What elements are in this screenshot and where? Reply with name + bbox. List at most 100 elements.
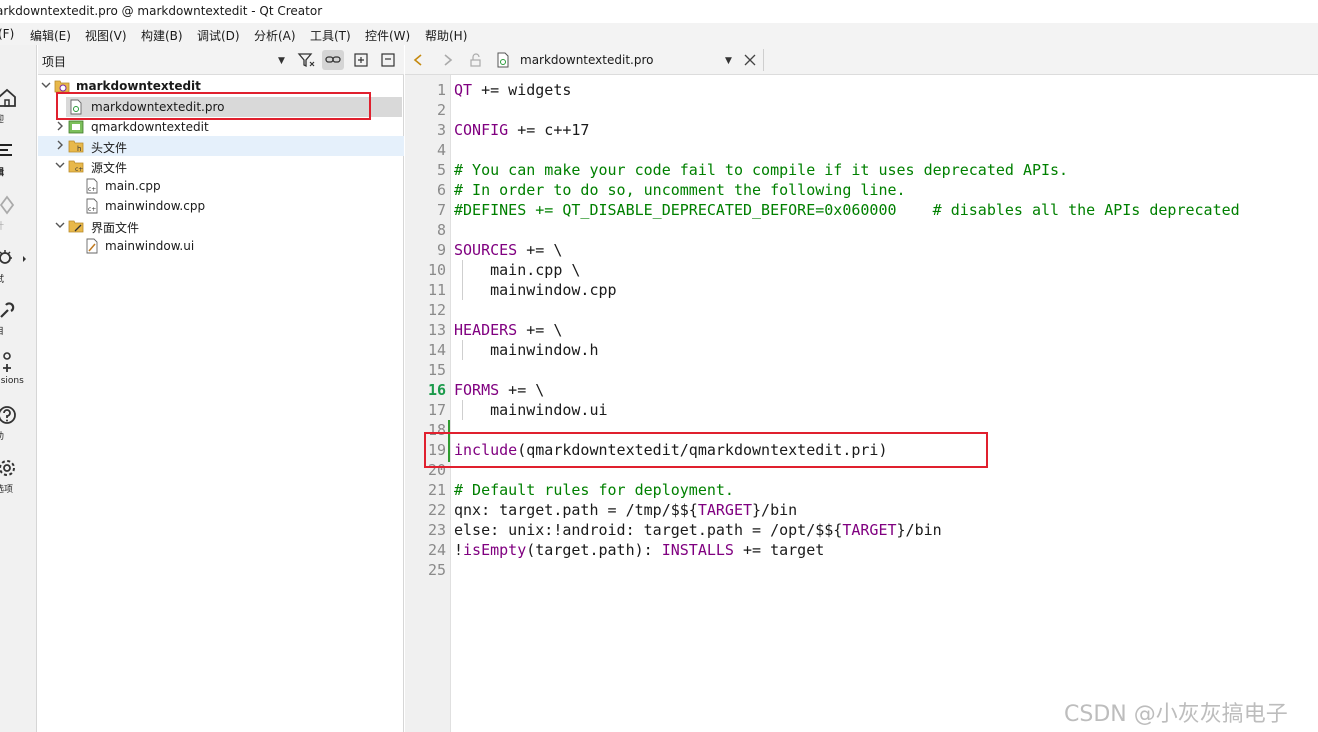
- code-line[interactable]: mainwindow.ui: [454, 400, 607, 420]
- line-number: 11: [427, 281, 446, 299]
- menu-debug[interactable]: 调试(D): [197, 27, 240, 44]
- cpp-file-icon: c+: [86, 198, 98, 214]
- mode-projects-label: 目: [0, 324, 4, 337]
- tree-item-sources[interactable]: c+ 源文件: [38, 156, 404, 176]
- code-line[interactable]: #DEFINES += QT_DISABLE_DEPRECATED_BEFORE…: [454, 200, 1240, 220]
- debug-icon: [0, 250, 26, 264]
- line-number: 15: [427, 361, 446, 379]
- file-icon: [497, 52, 509, 68]
- code-line[interactable]: HEADERS += \: [454, 320, 562, 340]
- tree-item-mainwindow-ui[interactable]: mainwindow.ui: [38, 236, 404, 256]
- editor-area: markdowntextedit.pro ▼ 1 2 3 4 5 6 7 8 9 10 11 12 13…: [405, 45, 1318, 732]
- line-number: 17: [427, 401, 446, 419]
- tree-label: mainwindow.cpp: [105, 199, 206, 213]
- forward-icon[interactable]: [439, 53, 455, 67]
- mode-design[interactable]: 计: [0, 195, 36, 235]
- code-line[interactable]: mainwindow.cpp: [454, 280, 616, 300]
- mode-options[interactable]: 选项: [0, 458, 36, 498]
- subproject-icon: [68, 120, 84, 134]
- menu-tools[interactable]: 工具(T): [310, 27, 351, 44]
- mode-projects[interactable]: 目: [0, 300, 36, 340]
- code-line[interactable]: mainwindow.h: [454, 340, 598, 360]
- tree-item-headers[interactable]: h 头文件: [38, 136, 404, 156]
- cpp-file-icon: c+: [86, 178, 98, 194]
- close-pane-icon[interactable]: [377, 50, 399, 70]
- code-line[interactable]: qnx: target.path = /tmp/$${TARGET}/bin: [454, 500, 797, 520]
- tree-label: main.cpp: [105, 179, 161, 193]
- chevron-down-icon[interactable]: [54, 219, 66, 231]
- line-number: 12: [427, 301, 446, 319]
- line-number: 24: [427, 541, 446, 559]
- watermark: CSDN @小灰灰搞电子: [1064, 702, 1288, 727]
- mode-help[interactable]: 助: [0, 405, 36, 445]
- chevron-down-icon[interactable]: ▼: [725, 56, 732, 66]
- indent-guide: [462, 340, 463, 360]
- mode-welcome-label: 迎: [0, 112, 4, 125]
- menu-help[interactable]: 帮助(H): [425, 27, 467, 44]
- line-number: 8: [436, 221, 446, 239]
- code-line[interactable]: SOURCES += \: [454, 240, 562, 260]
- mode-bar: 迎 辑 计 试 目 nsions: [0, 45, 37, 732]
- menu-widgets[interactable]: 控件(W): [365, 27, 410, 44]
- line-number: 23: [427, 521, 446, 539]
- chevron-down-icon[interactable]: ▼: [278, 56, 285, 66]
- mode-welcome[interactable]: 迎: [0, 88, 36, 128]
- code-line[interactable]: QT += widgets: [454, 80, 571, 100]
- tree-label: 界面文件: [91, 221, 140, 235]
- line-number: 5: [436, 161, 446, 179]
- mode-edit-label: 辑: [0, 165, 4, 178]
- code-line[interactable]: # Default rules for deployment.: [454, 480, 734, 500]
- line-number: 14: [427, 341, 446, 359]
- line-number: 4: [436, 141, 446, 159]
- code-line[interactable]: # In order to do so, uncomment the follo…: [454, 180, 906, 200]
- menu-view[interactable]: 视图(V): [85, 27, 127, 44]
- mode-options-label: 选项: [0, 485, 14, 495]
- code-line[interactable]: CONFIG += c++17: [454, 120, 589, 140]
- tree-label: qmarkdowntextedit: [91, 120, 209, 134]
- menu-analyze[interactable]: 分析(A): [254, 27, 296, 44]
- chevron-down-icon[interactable]: [40, 79, 52, 91]
- lock-icon[interactable]: [467, 52, 483, 68]
- mode-extensions[interactable]: nsions: [0, 352, 36, 392]
- mode-edit[interactable]: 辑: [0, 141, 36, 181]
- tree-label: mainwindow.ui: [105, 239, 195, 253]
- link-icon[interactable]: [322, 50, 344, 70]
- code-line[interactable]: FORMS += \: [454, 380, 544, 400]
- tree-item-forms[interactable]: 界面文件: [38, 216, 404, 236]
- editor-toolbar: markdowntextedit.pro ▼: [405, 45, 1318, 75]
- help-icon: [0, 406, 16, 424]
- menu-bar: (F) 编辑(E) 视图(V) 构建(B) 调试(D) 分析(A) 工具(T) …: [0, 23, 1318, 45]
- ui-folder-icon: [68, 220, 84, 233]
- edit-icon: [0, 144, 12, 156]
- tree-item-main-cpp[interactable]: c+ main.cpp: [38, 176, 404, 196]
- chevron-right-icon[interactable]: [54, 120, 66, 132]
- menu-file[interactable]: (F): [0, 27, 14, 41]
- svg-text:c+: c+: [88, 206, 96, 213]
- code-line[interactable]: main.cpp \: [454, 260, 580, 280]
- code-line[interactable]: # You can make your code fail to compile…: [454, 160, 1068, 180]
- mode-design-label: 计: [0, 219, 4, 232]
- back-icon[interactable]: [411, 53, 427, 67]
- ui-file-icon: [86, 238, 98, 254]
- view-combo[interactable]: 项目: [42, 53, 66, 70]
- line-number: 6: [436, 181, 446, 199]
- mode-debug[interactable]: 试: [0, 248, 36, 288]
- tree-item-subproject[interactable]: qmarkdowntextedit: [38, 117, 404, 137]
- tree-label: 头文件: [91, 141, 128, 155]
- code-line[interactable]: !isEmpty(target.path): INSTALLS += targe…: [454, 540, 824, 560]
- chevron-right-icon[interactable]: [54, 139, 66, 151]
- open-file-combo[interactable]: markdowntextedit.pro: [520, 53, 653, 67]
- line-number: 10: [427, 261, 446, 279]
- split-icon[interactable]: [350, 50, 372, 70]
- close-icon[interactable]: [743, 53, 757, 67]
- menu-build[interactable]: 构建(B): [141, 27, 183, 44]
- window-title: arkdowntextedit.pro @ markdowntextedit -…: [0, 4, 323, 18]
- tree-item-mainwindow-cpp[interactable]: c+ mainwindow.cpp: [38, 196, 404, 216]
- code-line[interactable]: else: unix:!android: target.path = /opt/…: [454, 520, 942, 540]
- menu-edit[interactable]: 编辑(E): [30, 27, 71, 44]
- chevron-down-icon[interactable]: [54, 159, 66, 171]
- line-number: 3: [436, 121, 446, 139]
- mode-debug-label: 试: [0, 272, 4, 285]
- svg-text:c+: c+: [88, 186, 96, 193]
- filter-icon[interactable]: [295, 50, 317, 70]
